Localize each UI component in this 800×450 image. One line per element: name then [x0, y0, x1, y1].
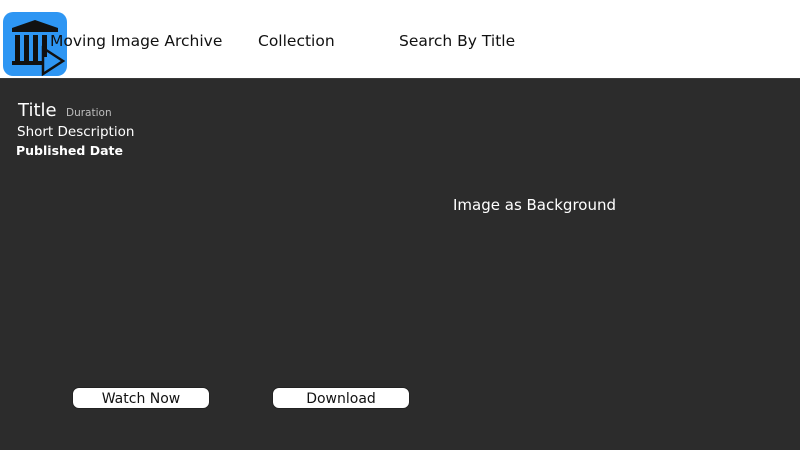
item-published-date: Published Date: [16, 143, 123, 158]
nav-search-by-title[interactable]: Search By Title: [399, 31, 515, 51]
item-short-description: Short Description: [17, 124, 135, 140]
nav-collection[interactable]: Collection: [258, 31, 335, 51]
watch-now-button[interactable]: Watch Now: [72, 387, 210, 409]
item-title: Title: [18, 100, 57, 121]
app-screen: Moving Image Archive Collection Search B…: [0, 0, 800, 450]
background-image-placeholder-label: Image as Background: [453, 196, 617, 214]
download-button[interactable]: Download: [272, 387, 410, 409]
item-duration: Duration: [66, 107, 112, 119]
top-navigation-bar: Moving Image Archive Collection Search B…: [0, 0, 800, 79]
nav-moving-image-archive[interactable]: Moving Image Archive: [50, 31, 222, 51]
